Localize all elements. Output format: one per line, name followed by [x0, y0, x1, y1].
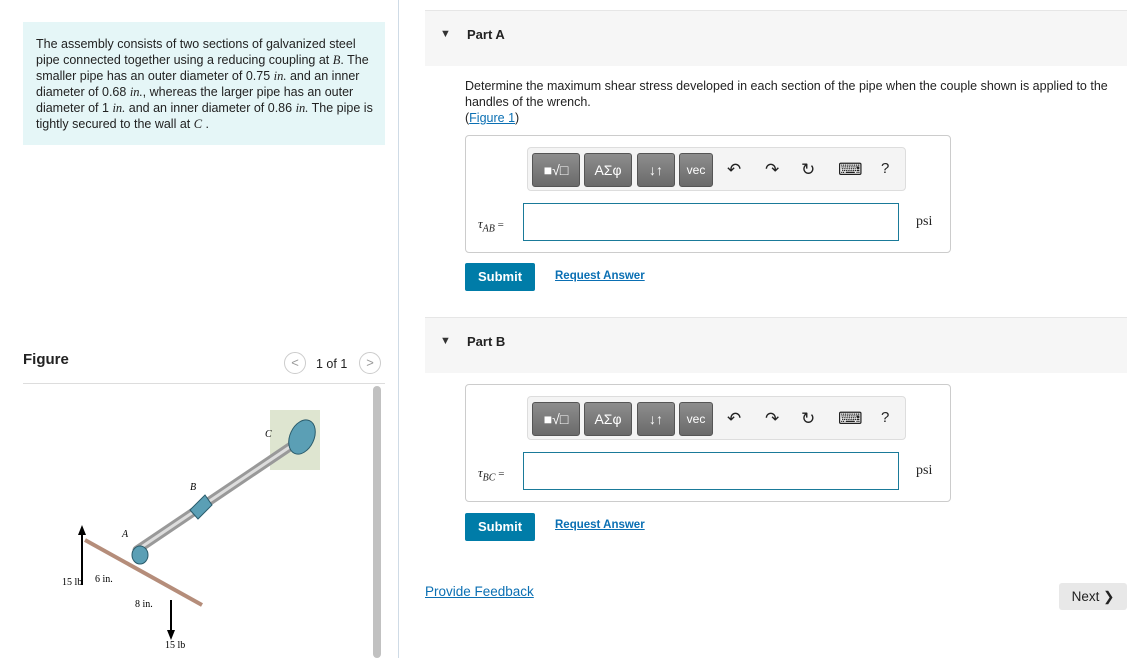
greek-button[interactable]: ΑΣφ — [584, 402, 632, 436]
part-a-question: Determine the maximum shear stress devel… — [465, 79, 1108, 125]
dim-label-6in: 6 in. — [95, 574, 113, 585]
reset-icon[interactable]: ↻ — [801, 409, 815, 429]
figure-link[interactable]: Figure 1 — [469, 111, 515, 125]
math-toolbar: ■√□ ΑΣφ ↓↑ vec ↶ ↷ ↻ ⌨ ? — [527, 147, 906, 191]
label-a: A — [121, 529, 129, 540]
help-icon[interactable]: ? — [881, 409, 889, 426]
figure-scrollbar[interactable] — [373, 386, 381, 658]
undo-icon[interactable]: ↶ — [727, 409, 741, 429]
tau-bc-label: τBC = — [478, 465, 505, 484]
tau-ab-input[interactable] — [523, 203, 899, 241]
panel-divider — [398, 0, 399, 658]
redo-icon[interactable]: ↷ — [765, 160, 779, 180]
prev-figure-button[interactable]: < — [284, 352, 306, 374]
request-answer-link[interactable]: Request Answer — [555, 519, 645, 531]
tau-ab-label: τAB = — [478, 216, 504, 235]
keyboard-icon[interactable]: ⌨ — [838, 160, 863, 180]
dim-label-8in: 8 in. — [135, 599, 153, 610]
redo-icon[interactable]: ↷ — [765, 409, 779, 429]
keyboard-icon[interactable]: ⌨ — [838, 409, 863, 429]
submit-button[interactable]: Submit — [465, 263, 535, 291]
collapse-icon[interactable]: ▼ — [440, 28, 451, 40]
next-button[interactable]: Next ❯ — [1059, 583, 1127, 610]
figure-title: Figure — [23, 351, 69, 368]
part-a-label: Part A — [467, 27, 505, 42]
math-toolbar: ■√□ ΑΣφ ↓↑ vec ↶ ↷ ↻ ⌨ ? — [527, 396, 906, 440]
templates-button[interactable]: ■√□ — [532, 402, 580, 436]
undo-icon[interactable]: ↶ — [727, 160, 741, 180]
submit-button[interactable]: Submit — [465, 513, 535, 541]
problem-statement: The assembly consists of two sections of… — [23, 22, 385, 145]
part-b-header[interactable]: ▼ Part B — [425, 317, 1127, 373]
provide-feedback-link[interactable]: Provide Feedback — [425, 584, 534, 599]
templates-button[interactable]: ■√□ — [532, 153, 580, 187]
arrows-button[interactable]: ↓↑ — [637, 402, 675, 436]
force-label-2: 15 lb — [165, 640, 185, 651]
part-a-header[interactable]: ▼ Part A — [425, 10, 1127, 66]
help-icon[interactable]: ? — [881, 160, 889, 177]
figure-image: C B A 15 lb 6 in. 8 in. 15 lb — [62, 410, 320, 651]
vec-button[interactable]: vec — [679, 402, 713, 436]
next-figure-button[interactable]: > — [359, 352, 381, 374]
label-b: B — [190, 482, 196, 493]
reset-icon[interactable]: ↻ — [801, 160, 815, 180]
part-a-answer-box: ■√□ ΑΣφ ↓↑ vec ↶ ↷ ↻ ⌨ ? τAB = psi — [465, 135, 951, 253]
part-b-answer-box: ■√□ ΑΣφ ↓↑ vec ↶ ↷ ↻ ⌨ ? τBC = psi — [465, 384, 951, 502]
unit-label: psi — [916, 463, 933, 478]
coupling-a — [131, 545, 149, 565]
part-b-label: Part B — [467, 334, 506, 349]
figure-pagination: 1 of 1 — [316, 357, 348, 371]
arrows-button[interactable]: ↓↑ — [637, 153, 675, 187]
unit-label: psi — [916, 214, 933, 229]
force-label-1: 15 lb — [62, 577, 82, 588]
collapse-icon[interactable]: ▼ — [440, 335, 451, 347]
request-answer-link[interactable]: Request Answer — [555, 270, 645, 282]
tau-bc-input[interactable] — [523, 452, 899, 490]
greek-button[interactable]: ΑΣφ — [584, 153, 632, 187]
vec-button[interactable]: vec — [679, 153, 713, 187]
divider — [23, 383, 385, 384]
question-text: Determine the maximum shear stress devel… — [465, 79, 1108, 109]
label-c: C — [265, 429, 272, 440]
